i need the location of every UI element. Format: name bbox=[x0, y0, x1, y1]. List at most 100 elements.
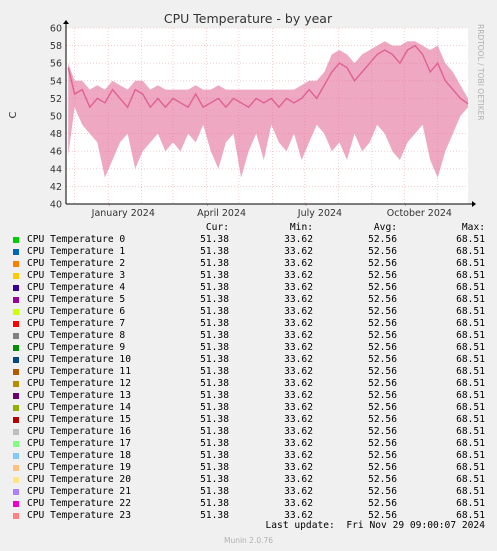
legend-max: 68.51 bbox=[456, 282, 485, 293]
legend-avg: 52.56 bbox=[368, 498, 397, 509]
legend-row: CPU Temperature 19 51.38 33.62 52.56 68.51 bbox=[0, 462, 497, 474]
legend-avg: 52.56 bbox=[368, 270, 397, 281]
rrdtool-credit: RRDTOOL / TOBI OETIKER bbox=[476, 24, 485, 121]
legend-row: CPU Temperature 4 51.38 33.62 52.56 68.51 bbox=[0, 282, 497, 294]
legend-min: 33.62 bbox=[284, 294, 313, 305]
x-tick-label: October 2024 bbox=[387, 208, 452, 219]
legend-row: CPU Temperature 9 51.38 33.62 52.56 68.51 bbox=[0, 342, 497, 354]
legend-swatch bbox=[13, 381, 19, 387]
legend-name: CPU Temperature 11 bbox=[27, 366, 131, 377]
legend-name: CPU Temperature 3 bbox=[27, 270, 126, 281]
y-tick-label: 58 bbox=[50, 41, 62, 52]
legend-min: 33.62 bbox=[284, 366, 313, 377]
legend-max: 68.51 bbox=[456, 354, 485, 365]
legend-name: CPU Temperature 18 bbox=[27, 450, 131, 461]
header-cur: Cur: bbox=[205, 222, 229, 233]
legend-max: 68.51 bbox=[456, 390, 485, 401]
legend-cur: 51.38 bbox=[200, 294, 229, 305]
legend-name: CPU Temperature 7 bbox=[27, 318, 126, 329]
legend-swatch bbox=[13, 249, 19, 255]
y-tick-label: 46 bbox=[50, 147, 62, 158]
legend-cur: 51.38 bbox=[200, 366, 229, 377]
legend-swatch bbox=[13, 513, 19, 519]
legend-min: 33.62 bbox=[284, 450, 313, 461]
legend-avg: 52.56 bbox=[368, 462, 397, 473]
legend-max: 68.51 bbox=[456, 474, 485, 485]
legend-min: 33.62 bbox=[284, 426, 313, 437]
legend-min: 33.62 bbox=[284, 486, 313, 497]
legend-avg: 52.56 bbox=[368, 474, 397, 485]
legend-cur: 51.38 bbox=[200, 498, 229, 509]
legend-swatch bbox=[13, 453, 19, 459]
legend-max: 68.51 bbox=[456, 426, 485, 437]
legend-swatch bbox=[13, 237, 19, 243]
legend-max: 68.51 bbox=[456, 414, 485, 425]
legend-min: 33.62 bbox=[284, 474, 313, 485]
legend-avg: 52.56 bbox=[368, 342, 397, 353]
legend-avg: 52.56 bbox=[368, 282, 397, 293]
legend-max: 68.51 bbox=[456, 294, 485, 305]
legend-swatch bbox=[13, 393, 19, 399]
legend-cur: 51.38 bbox=[200, 306, 229, 317]
x-tick-labels: January 2024 April 2024 July 2024 October 2… bbox=[91, 204, 452, 219]
legend-name: CPU Temperature 14 bbox=[27, 402, 131, 413]
legend-cur: 51.38 bbox=[200, 378, 229, 389]
legend-max: 68.51 bbox=[456, 366, 485, 377]
legend-cur: 51.38 bbox=[200, 234, 229, 245]
legend-min: 33.62 bbox=[284, 330, 313, 341]
y-tick-label: 56 bbox=[50, 59, 62, 70]
munin-version: Munin 2.0.76 bbox=[223, 536, 274, 545]
legend-swatch bbox=[13, 261, 19, 267]
legend-name: CPU Temperature 5 bbox=[27, 294, 126, 305]
y-tick-label: 40 bbox=[50, 200, 62, 211]
legend-name: CPU Temperature 8 bbox=[27, 330, 126, 341]
legend-min: 33.62 bbox=[284, 378, 313, 389]
header-min: Min: bbox=[289, 222, 313, 233]
legend-max: 68.51 bbox=[456, 438, 485, 449]
legend-name: CPU Temperature 4 bbox=[27, 282, 126, 293]
y-tick-label: 48 bbox=[50, 129, 62, 140]
legend-min: 33.62 bbox=[284, 438, 313, 449]
legend-cur: 51.38 bbox=[200, 414, 229, 425]
legend-row: CPU Temperature 20 51.38 33.62 52.56 68.51 bbox=[0, 474, 497, 486]
legend-swatch bbox=[13, 465, 19, 471]
legend-min: 33.62 bbox=[284, 282, 313, 293]
y-tick-label: 50 bbox=[50, 112, 62, 123]
legend-min: 33.62 bbox=[284, 246, 313, 257]
legend-avg: 52.56 bbox=[368, 378, 397, 389]
legend-min: 33.62 bbox=[284, 354, 313, 365]
legend-cur: 51.38 bbox=[200, 330, 229, 341]
legend-swatch bbox=[13, 501, 19, 507]
legend-swatch bbox=[13, 489, 19, 495]
legend-avg: 52.56 bbox=[368, 402, 397, 413]
legend-max: 68.51 bbox=[456, 306, 485, 317]
legend-avg: 52.56 bbox=[368, 390, 397, 401]
legend-swatch bbox=[13, 429, 19, 435]
legend-swatch bbox=[13, 321, 19, 327]
legend-row: CPU Temperature 5 51.38 33.62 52.56 68.51 bbox=[0, 294, 497, 306]
legend-avg: 52.56 bbox=[368, 234, 397, 245]
legend-name: CPU Temperature 10 bbox=[27, 354, 131, 365]
y-tick-label: 52 bbox=[50, 94, 62, 105]
legend-cur: 51.38 bbox=[200, 258, 229, 269]
legend-cur: 51.38 bbox=[200, 318, 229, 329]
legend-max: 68.51 bbox=[456, 318, 485, 329]
legend-row: CPU Temperature 16 51.38 33.62 52.56 68.51 bbox=[0, 426, 497, 438]
legend-max: 68.51 bbox=[456, 462, 485, 473]
x-tick-label: July 2024 bbox=[297, 208, 342, 219]
x-tick-label: January 2024 bbox=[91, 208, 155, 219]
legend-min: 33.62 bbox=[284, 318, 313, 329]
legend-row: CPU Temperature 10 51.38 33.62 52.56 68.51 bbox=[0, 354, 497, 366]
legend-max: 68.51 bbox=[456, 246, 485, 257]
legend-name: CPU Temperature 6 bbox=[27, 306, 126, 317]
legend-min: 33.62 bbox=[284, 258, 313, 269]
legend-min: 33.62 bbox=[284, 414, 313, 425]
legend-cur: 51.38 bbox=[200, 474, 229, 485]
legend: Cur: Min: Avg: Max: CPU Temperature 0 51.… bbox=[0, 222, 497, 522]
legend-max: 68.51 bbox=[456, 258, 485, 269]
legend-row: CPU Temperature 18 51.38 33.62 52.56 68.51 bbox=[0, 450, 497, 462]
legend-avg: 52.56 bbox=[368, 414, 397, 425]
x-axis-arrow bbox=[472, 201, 476, 207]
legend-avg: 52.56 bbox=[368, 438, 397, 449]
legend-avg: 52.56 bbox=[368, 366, 397, 377]
